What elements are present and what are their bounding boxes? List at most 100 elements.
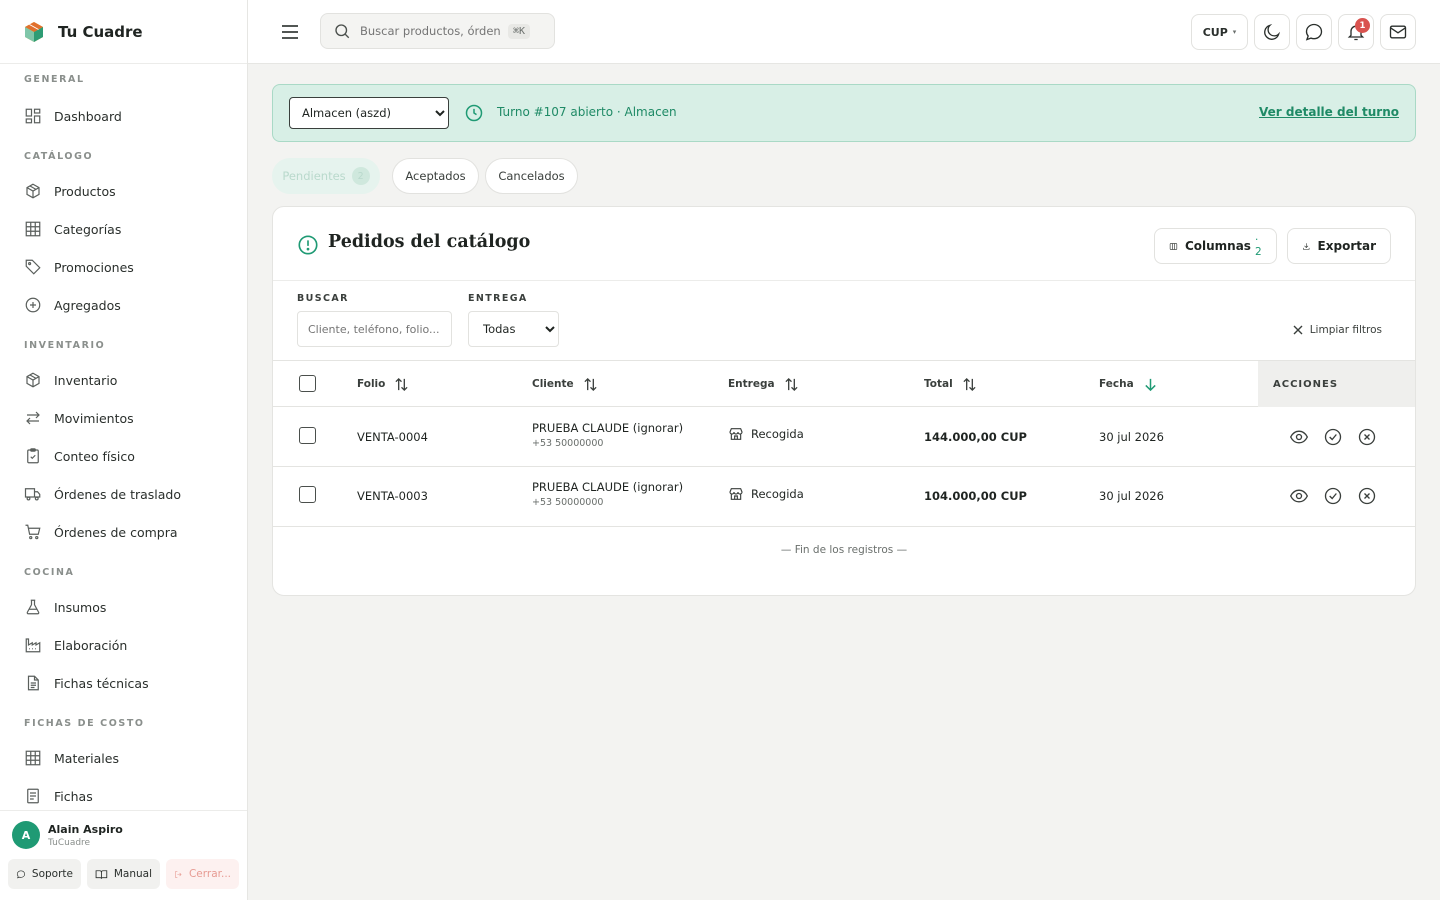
clear-filters-button[interactable]: Limpiar filtros (1292, 324, 1382, 336)
plus-circle-icon (24, 296, 42, 314)
col-cliente-label: Cliente (532, 378, 574, 390)
filters-bar: BUSCAR ENTREGA Todas Limpiar filtros (273, 281, 1415, 361)
tab-pendientes[interactable]: Pendientes 2 (272, 158, 380, 194)
tab-label: Aceptados (405, 169, 466, 183)
tab-aceptados[interactable]: Aceptados (392, 158, 479, 194)
sidebar-item-elaboracion[interactable]: Elaboración (0, 626, 247, 664)
global-search[interactable]: ⌘K (320, 13, 555, 49)
arrow-down-icon (1144, 378, 1156, 391)
dashboard-icon (24, 107, 42, 125)
theme-toggle-button[interactable] (1254, 14, 1290, 50)
sidebar-item-fichas[interactable]: Fichas (0, 777, 247, 810)
columns-button[interactable]: Columnas · 2 (1154, 228, 1277, 264)
shortcut-hint: ⌘K (508, 23, 531, 39)
accept-icon[interactable] (1323, 486, 1343, 506)
sidebar-item-compra[interactable]: Órdenes de compra (0, 513, 247, 551)
sidebar-item-label: Productos (54, 183, 116, 199)
accept-icon[interactable] (1323, 427, 1343, 447)
mail-button[interactable] (1380, 14, 1416, 50)
card-header: Pedidos del catálogo Columnas · 2 Export… (273, 207, 1415, 281)
orders-card: Pedidos del catálogo Columnas · 2 Export… (272, 206, 1416, 596)
select-all-checkbox[interactable] (299, 375, 316, 392)
shift-detail-link[interactable]: Ver detalle del turno (1259, 105, 1399, 119)
user-panel: A Alain Aspiro TuCuadre Soporte Manual C… (0, 810, 247, 900)
sidebar-item-fichas-tecnicas[interactable]: Fichas técnicas (0, 664, 247, 702)
brand[interactable]: Tu Cuadre (0, 0, 247, 64)
page-title: Pedidos del catálogo (328, 232, 531, 252)
sidebar-item-conteo[interactable]: Conteo físico (0, 437, 247, 475)
row-delivery: Recogida (728, 426, 804, 442)
table-header: Folio Cliente Entrega Total Fecha ACCION… (273, 361, 1415, 407)
sidebar-item-promociones[interactable]: Promociones (0, 248, 247, 286)
client-name: PRUEBA CLAUDE (ignorar) (532, 421, 684, 435)
sidebar: Tu Cuadre GENERAL Dashboard CATÁLOGO Pro… (0, 0, 248, 900)
table-row[interactable]: VENTA-0003 PRUEBA CLAUDE (ignorar) +53 5… (273, 467, 1415, 527)
grid-icon (24, 749, 42, 767)
col-entrega[interactable]: Entrega (728, 361, 799, 407)
sidebar-item-traslado[interactable]: Órdenes de traslado (0, 475, 247, 513)
section-catalogo: CATÁLOGO (24, 151, 94, 162)
tab-label: Cancelados (498, 169, 565, 183)
col-cliente[interactable]: Cliente (532, 361, 598, 407)
view-icon[interactable] (1289, 486, 1309, 506)
row-checkbox[interactable] (299, 486, 316, 503)
sidebar-item-agregados[interactable]: Agregados (0, 286, 247, 324)
sidebar-item-dashboard[interactable]: Dashboard (0, 97, 247, 135)
tab-label: Pendientes (282, 169, 346, 183)
notifications-button[interactable]: 1 (1338, 14, 1374, 50)
col-total[interactable]: Total (924, 361, 977, 407)
delivery-filter-select[interactable]: Todas (468, 311, 559, 347)
row-date: 30 jul 2026 (1099, 430, 1164, 444)
row-delivery: Recogida (728, 486, 804, 502)
row-total: 104.000,00 CUP (924, 489, 1027, 503)
download-icon (1303, 242, 1310, 250)
table-row[interactable]: VENTA-0004 PRUEBA CLAUDE (ignorar) +53 5… (273, 407, 1415, 467)
delivery-label: Recogida (751, 487, 804, 501)
export-button[interactable]: Exportar (1287, 228, 1391, 264)
messages-button[interactable] (1296, 14, 1332, 50)
sidebar-item-insumos[interactable]: Insumos (0, 588, 247, 626)
tag-icon (24, 258, 42, 276)
moon-icon (1264, 23, 1281, 40)
sidebar-item-label: Promociones (54, 259, 134, 275)
manual-button[interactable]: Manual (87, 859, 160, 889)
sidebar-item-label: Conteo físico (54, 448, 135, 464)
row-folio: VENTA-0004 (357, 430, 428, 444)
orders-search-input[interactable] (297, 311, 452, 347)
sidebar-item-inventario[interactable]: Inventario (0, 361, 247, 399)
avatar[interactable]: A (12, 821, 40, 849)
sidebar-nav: GENERAL Dashboard CATÁLOGO Productos Cat… (0, 64, 247, 810)
tab-cancelados[interactable]: Cancelados (485, 158, 578, 194)
row-date: 30 jul 2026 (1099, 489, 1164, 503)
row-checkbox[interactable] (299, 427, 316, 444)
row-folio: VENTA-0003 (357, 489, 428, 503)
menu-icon[interactable] (280, 22, 300, 42)
support-button[interactable]: Soporte (8, 859, 81, 889)
user-name: Alain Aspiro (48, 823, 123, 836)
sort-icon (784, 377, 798, 391)
sidebar-item-movimientos[interactable]: Movimientos (0, 399, 247, 437)
col-folio[interactable]: Folio (357, 361, 409, 407)
sidebar-item-categorias[interactable]: Categorías (0, 210, 247, 248)
cart-icon (24, 523, 42, 541)
warehouse-select[interactable]: Almacen (aszd) (289, 97, 449, 129)
col-fecha[interactable]: Fecha (1099, 361, 1158, 407)
support-label: Soporte (31, 868, 73, 880)
sort-icon (963, 377, 976, 391)
chat-icon (16, 869, 26, 878)
search-icon (335, 24, 350, 39)
cancel-icon[interactable] (1357, 427, 1377, 447)
col-total-label: Total (924, 378, 953, 390)
cancel-icon[interactable] (1357, 486, 1377, 506)
box-icon (24, 182, 42, 200)
search-input[interactable] (360, 24, 500, 38)
alert-circle-icon (298, 235, 318, 255)
sidebar-item-productos[interactable]: Productos (0, 172, 247, 210)
logout-button[interactable]: Cerrar... (166, 859, 239, 889)
sidebar-item-materiales[interactable]: Materiales (0, 739, 247, 777)
columns-icon (1169, 242, 1178, 250)
sidebar-item-label: Movimientos (54, 410, 134, 426)
view-icon[interactable] (1289, 427, 1309, 447)
client-name: PRUEBA CLAUDE (ignorar) (532, 480, 684, 494)
currency-selector[interactable]: CUP ▾ (1191, 14, 1248, 50)
